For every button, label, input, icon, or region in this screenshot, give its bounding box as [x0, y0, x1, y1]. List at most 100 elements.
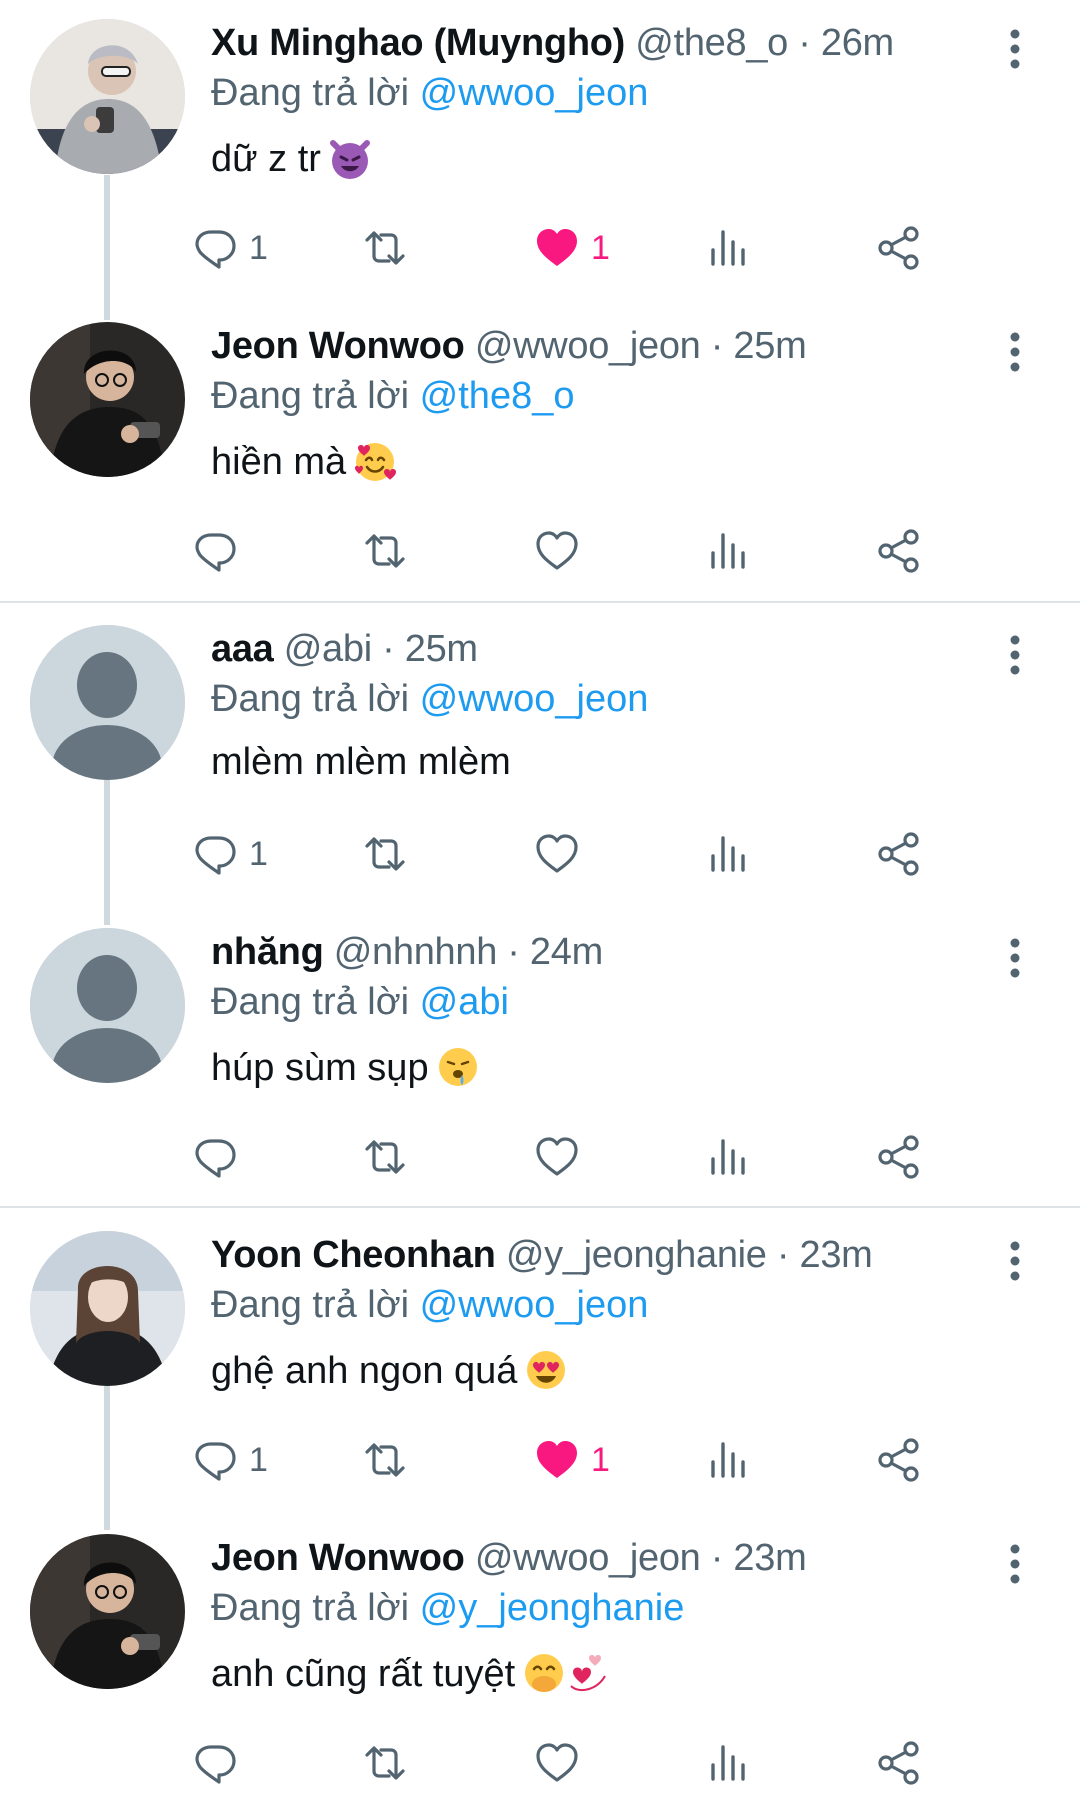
- more-options-icon[interactable]: [1000, 1238, 1030, 1284]
- user-handle[interactable]: @nhnhnh: [334, 931, 498, 973]
- bar-chart-icon: [704, 1739, 752, 1787]
- share-button[interactable]: [875, 1735, 923, 1791]
- retweet-icon: [361, 527, 409, 575]
- timestamp[interactable]: 23m: [800, 1234, 873, 1276]
- reply-button[interactable]: [191, 523, 249, 579]
- like-button[interactable]: [533, 523, 591, 579]
- bar-chart-icon: [704, 527, 752, 575]
- like-button[interactable]: [533, 826, 591, 882]
- user-handle[interactable]: @wwoo_jeon: [475, 1537, 701, 1579]
- tweet-body: mlèm mlèm mlèm: [211, 741, 511, 783]
- avatar[interactable]: [30, 1534, 185, 1689]
- avatar[interactable]: [30, 322, 185, 477]
- replying-to-label: Đang trả lời: [211, 981, 410, 1023]
- like-button[interactable]: [533, 1129, 591, 1185]
- like-button[interactable]: 1: [533, 1432, 610, 1488]
- share-icon: [875, 1739, 923, 1787]
- avatar[interactable]: [30, 625, 185, 780]
- avatar[interactable]: [30, 928, 185, 1083]
- heart-eyes-emoji: [523, 1347, 569, 1393]
- retweet-button[interactable]: [361, 220, 409, 276]
- display-name[interactable]: Jeon Wonwoo: [211, 325, 465, 367]
- separator-dot: ·: [507, 931, 520, 973]
- share-icon: [875, 224, 923, 272]
- bar-chart-icon: [704, 224, 752, 272]
- views-button[interactable]: [704, 1735, 752, 1791]
- mention-link[interactable]: @wwoo_jeon: [420, 1284, 649, 1326]
- share-button[interactable]: [875, 523, 923, 579]
- more-options-icon[interactable]: [1000, 329, 1030, 375]
- separator-dot: ·: [710, 325, 724, 367]
- share-button[interactable]: [875, 1432, 923, 1488]
- tweet-header: Jeon Wonwoo @wwoo_jeon · 25m: [211, 325, 807, 368]
- share-button[interactable]: [875, 220, 923, 276]
- display-name[interactable]: nhăng: [211, 931, 324, 973]
- replying-to: Đang trả lời @wwoo_jeon: [211, 72, 648, 115]
- views-button[interactable]: [704, 220, 752, 276]
- user-handle[interactable]: @y_jeonghanie: [506, 1234, 767, 1276]
- mention-link[interactable]: @y_jeonghanie: [420, 1587, 685, 1629]
- reply-button[interactable]: [191, 1735, 249, 1791]
- tweet-header: aaa @abi · 25m: [211, 628, 478, 671]
- share-icon: [875, 830, 923, 878]
- tweet-actions: [195, 1129, 1031, 1185]
- share-button[interactable]: [875, 1129, 923, 1185]
- retweet-button[interactable]: [361, 523, 409, 579]
- retweet-icon: [361, 1739, 409, 1787]
- separator-dot: ·: [382, 628, 395, 670]
- tweet-text: hiền mà: [211, 438, 398, 484]
- reply-button[interactable]: 1: [191, 220, 268, 276]
- reply-button[interactable]: 1: [191, 1432, 268, 1488]
- views-button[interactable]: [704, 523, 752, 579]
- mention-link[interactable]: @abi: [420, 981, 509, 1023]
- views-button[interactable]: [704, 1432, 752, 1488]
- like-button[interactable]: 1: [533, 220, 610, 276]
- reply-button[interactable]: 1: [191, 826, 268, 882]
- reply-button[interactable]: [191, 1129, 249, 1185]
- display-name[interactable]: Jeon Wonwoo: [211, 1537, 465, 1579]
- replying-to: Đang trả lời @abi: [211, 981, 509, 1024]
- share-button[interactable]: [875, 826, 923, 882]
- timestamp[interactable]: 26m: [821, 22, 894, 64]
- user-handle[interactable]: @wwoo_jeon: [475, 325, 701, 367]
- display-name[interactable]: aaa: [211, 628, 274, 670]
- mention-link[interactable]: @the8_o: [420, 375, 575, 417]
- more-options-icon[interactable]: [1000, 1541, 1030, 1587]
- timestamp[interactable]: 24m: [530, 931, 603, 973]
- retweet-icon: [361, 1436, 409, 1484]
- tweet-text: húp sùm sụp: [211, 1044, 481, 1090]
- retweet-button[interactable]: [361, 1735, 409, 1791]
- retweet-button[interactable]: [361, 826, 409, 882]
- mention-link[interactable]: @wwoo_jeon: [420, 72, 649, 114]
- more-options-icon[interactable]: [1000, 632, 1030, 678]
- user-handle[interactable]: @abi: [284, 628, 372, 670]
- views-button[interactable]: [704, 1129, 752, 1185]
- timestamp[interactable]: 25m: [405, 628, 478, 670]
- bar-chart-icon: [704, 1133, 752, 1181]
- more-options-icon[interactable]: [1000, 26, 1030, 72]
- display-name[interactable]: Yoon Cheonhan: [211, 1234, 496, 1276]
- separator-dot: ·: [798, 22, 811, 64]
- user-handle[interactable]: @the8_o: [635, 22, 788, 64]
- retweet-icon: [361, 1133, 409, 1181]
- heart-filled-icon: [533, 1436, 581, 1484]
- timestamp[interactable]: 23m: [733, 1537, 806, 1579]
- reply-icon: [191, 224, 239, 272]
- timestamp[interactable]: 25m: [733, 325, 806, 367]
- views-button[interactable]: [704, 826, 752, 882]
- display-name[interactable]: Xu Minghao (Muyngho): [211, 22, 625, 64]
- bar-chart-icon: [704, 830, 752, 878]
- reply-count: 1: [249, 1440, 268, 1479]
- replying-to-label: Đang trả lời: [211, 375, 410, 417]
- more-options-icon[interactable]: [1000, 935, 1030, 981]
- tweet-actions: 11: [195, 220, 1031, 276]
- retweet-button[interactable]: [361, 1129, 409, 1185]
- retweet-button[interactable]: [361, 1432, 409, 1488]
- like-button[interactable]: [533, 1735, 591, 1791]
- smiling-devil-emoji: [327, 135, 373, 181]
- avatar[interactable]: [30, 19, 185, 174]
- reply-tweet: Jeon Wonwoo @wwoo_jeon · 23m Đang trả lời…: [0, 1515, 1080, 1818]
- avatar[interactable]: [30, 1231, 185, 1386]
- drooling-face-emoji: [435, 1044, 481, 1090]
- mention-link[interactable]: @wwoo_jeon: [420, 678, 649, 720]
